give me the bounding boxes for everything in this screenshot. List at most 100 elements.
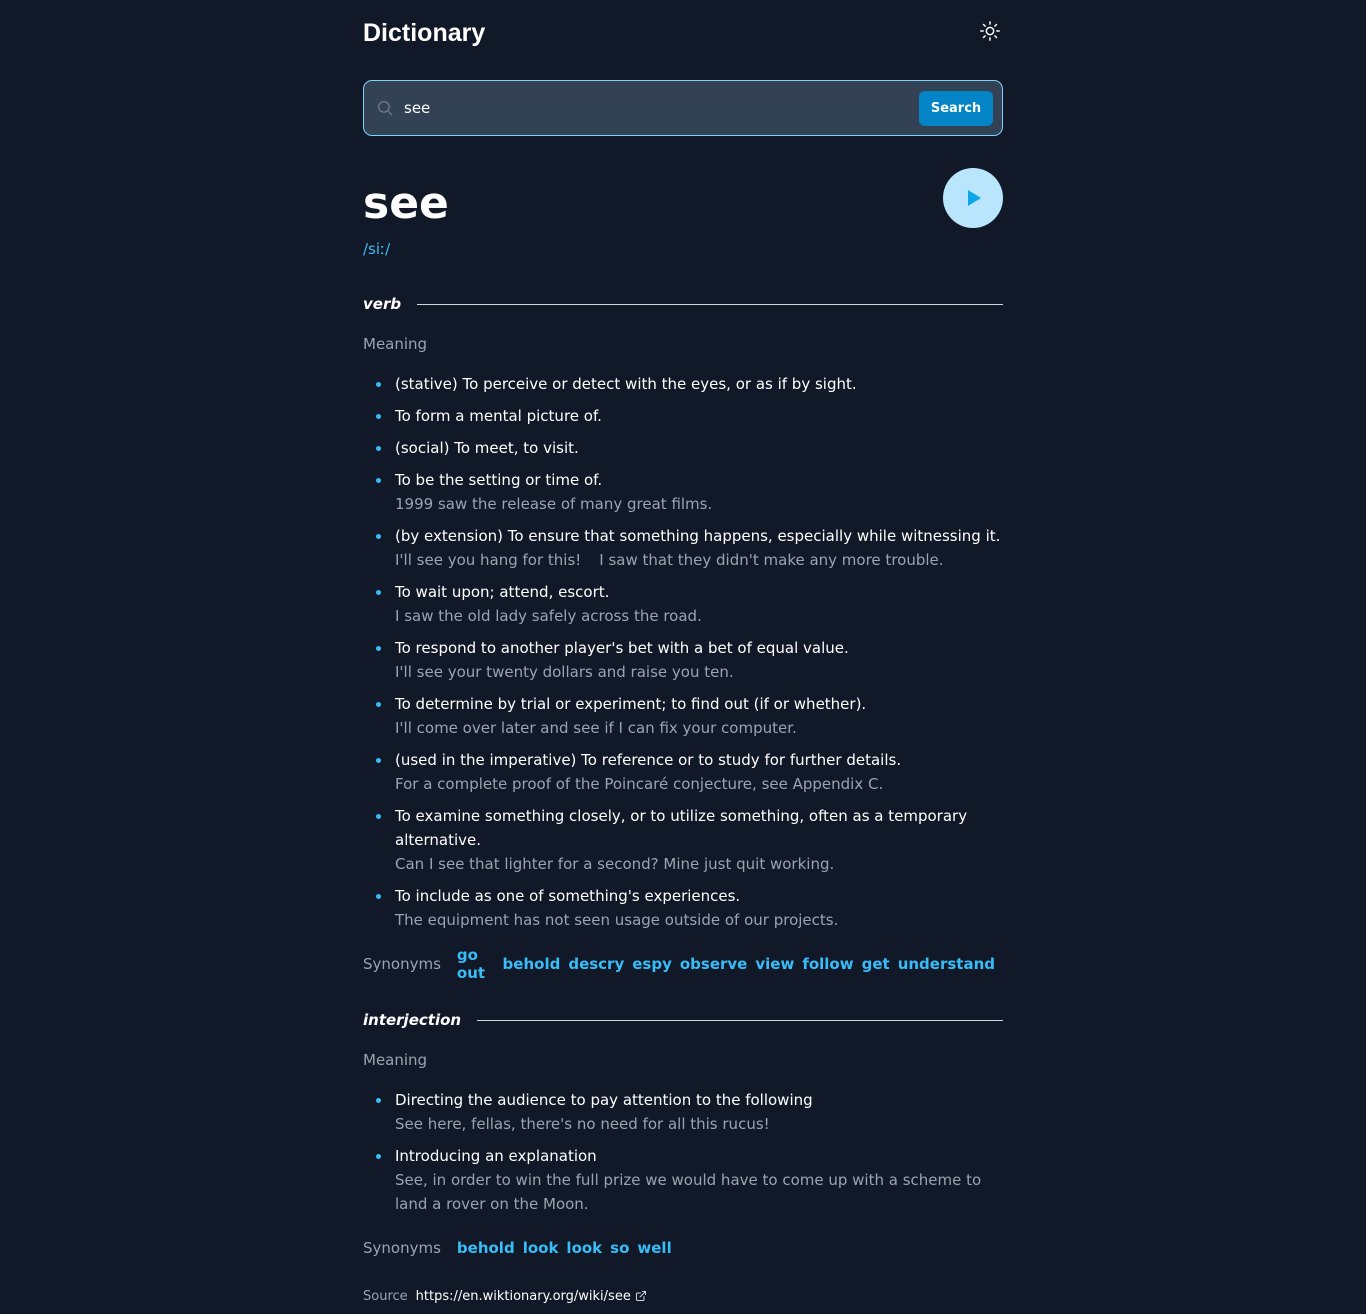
source-label: Source <box>363 1288 408 1304</box>
search-input[interactable] <box>404 99 919 117</box>
sun-icon[interactable] <box>979 20 1001 42</box>
bullet-icon <box>376 590 381 595</box>
synonym-link[interactable]: look <box>566 1239 602 1257</box>
bullet-icon <box>376 478 381 483</box>
synonym-link[interactable]: well <box>637 1239 671 1257</box>
example-text: I saw the old lady safely across the roa… <box>395 607 702 625</box>
example-line: Can I see that lighter for a second? Min… <box>395 852 1003 876</box>
bullet-icon <box>376 446 381 451</box>
meanings: verb Meaning (stative) To perceive or dete… <box>363 292 1003 1260</box>
bullet-icon <box>376 534 381 539</box>
example-text: The equipment has not seen usage outside… <box>395 911 839 929</box>
synonyms-row: Synonyms behold look look so well <box>363 1236 1003 1260</box>
meaning-section-verb: verb Meaning (stative) To perceive or dete… <box>363 292 1003 982</box>
synonyms-row: Synonyms go out behold descry espy observe vie… <box>363 946 1003 982</box>
definition-text: (social) To meet, to visit. <box>395 439 579 457</box>
bullet-icon <box>376 1154 381 1159</box>
definition-text: To form a mental picture of. <box>395 407 602 425</box>
example-text: Can I see that lighter for a second? Min… <box>395 855 835 873</box>
meaning-heading: Meaning <box>363 335 428 353</box>
bullet-icon <box>376 702 381 707</box>
example-line: For a complete proof of the Poincaré con… <box>395 772 1003 796</box>
part-of-speech: interjection <box>363 1011 462 1029</box>
definition-item: Introducing an explanation See, in order … <box>363 1144 1003 1216</box>
synonym-link[interactable]: view <box>755 955 794 973</box>
synonym-link[interactable]: understand <box>898 955 995 973</box>
search-icon <box>376 99 394 117</box>
definition-item: To determine by trial or experiment; to … <box>363 692 1003 740</box>
example-text: See, in order to win the full prize we w… <box>395 1171 982 1213</box>
synonym-link[interactable]: espy <box>632 955 672 973</box>
synonym-link[interactable]: behold <box>503 955 561 973</box>
definition-item: (by extension) To ensure that something … <box>363 524 1003 572</box>
example-line: I saw the old lady safely across the roa… <box>395 604 1003 628</box>
divider <box>477 1019 1003 1021</box>
phonetic: /siː/ <box>363 240 391 258</box>
definition-item: To examine something closely, or to util… <box>363 804 1003 876</box>
bullet-icon <box>376 814 381 819</box>
synonym-link[interactable]: get <box>862 955 890 973</box>
definition-text: (stative) To perceive or detect with the… <box>395 375 857 393</box>
example-line: I'll see your twenty dollars and raise y… <box>395 660 1003 684</box>
app-header: Dictionary <box>363 0 1003 68</box>
example-line: 1999 saw the release of many great films… <box>395 492 1003 516</box>
definition-item: To include as one of something's experie… <box>363 884 1003 932</box>
definition-text: (used in the imperative) To reference or… <box>395 751 902 769</box>
play-icon <box>963 188 983 208</box>
example-line: The equipment has not seen usage outside… <box>395 908 1003 932</box>
divider <box>417 303 1003 305</box>
example-text: I'll come over later and see if I can fi… <box>395 719 797 737</box>
definition-item: (stative) To perceive or detect with the… <box>363 372 1003 396</box>
search-bar: Search <box>363 80 1003 136</box>
definition-item: To respond to another player's bet with … <box>363 636 1003 684</box>
definition-item: To be the setting or time of. 1999 saw th… <box>363 468 1003 516</box>
example-line: I'll come over later and see if I can fi… <box>395 716 1003 740</box>
example-text: 1999 saw the release of many great films… <box>395 495 713 513</box>
definition-text: Introducing an explanation <box>395 1147 597 1165</box>
synonym-link[interactable]: look <box>523 1239 559 1257</box>
definition-text: Directing the audience to pay attention … <box>395 1091 813 1109</box>
bullet-icon <box>376 758 381 763</box>
definition-text: To examine something closely, or to util… <box>395 807 968 849</box>
definition-text: To determine by trial or experiment; to … <box>395 695 867 713</box>
synonym-link[interactable]: behold <box>457 1239 515 1257</box>
word-title: see <box>363 178 449 229</box>
synonym-link[interactable]: observe <box>680 955 748 973</box>
definition-text: To respond to another player's bet with … <box>395 639 849 657</box>
word-header: see /siː/ <box>363 168 1003 260</box>
definition-list: (stative) To perceive or detect with the… <box>363 372 1003 932</box>
source-row: Source https://en.wiktionary.org/wiki/se… <box>363 1286 1003 1306</box>
search-button[interactable]: Search <box>919 90 993 126</box>
synonyms-heading: Synonyms <box>363 1239 441 1257</box>
definition-text: (by extension) To ensure that something … <box>395 527 1001 545</box>
source-link[interactable]: https://en.wiktionary.org/wiki/see <box>416 1289 631 1304</box>
example-line: See, in order to win the full prize we w… <box>395 1168 1003 1216</box>
bullet-icon <box>376 894 381 899</box>
synonym-link[interactable]: so <box>610 1239 629 1257</box>
example-text: For a complete proof of the Poincaré con… <box>395 775 884 793</box>
example-text: I'll see you hang for this! <box>395 551 582 569</box>
part-of-speech-header: verb <box>363 292 1003 316</box>
external-link-icon[interactable] <box>635 1290 647 1302</box>
synonym-link[interactable]: descry <box>568 955 624 973</box>
bullet-icon <box>376 382 381 387</box>
example-line: See here, fellas, there's no need for al… <box>395 1112 1003 1136</box>
app-title: Dictionary <box>363 18 486 47</box>
synonym-link[interactable]: follow <box>802 955 853 973</box>
definition-list: Directing the audience to pay attention … <box>363 1088 1003 1216</box>
definition-text: To include as one of something's experie… <box>395 887 741 905</box>
definition-item: To wait upon; attend, escort. I saw the o… <box>363 580 1003 628</box>
definition-item: (used in the imperative) To reference or… <box>363 748 1003 796</box>
definition-item: To form a mental picture of. <box>363 404 1003 428</box>
definition-text: To be the setting or time of. <box>395 471 603 489</box>
play-audio-button[interactable] <box>943 168 1003 228</box>
example-line: I'll see you hang for this! I saw that th… <box>395 548 1003 572</box>
definition-text: To wait upon; attend, escort. <box>395 583 610 601</box>
example-text: See here, fellas, there's no need for al… <box>395 1115 770 1133</box>
definition-item: (social) To meet, to visit. <box>363 436 1003 460</box>
part-of-speech: verb <box>363 295 402 313</box>
meaning-section-interjection: interjection Meaning Directing the audienc… <box>363 1008 1003 1260</box>
synonym-link[interactable]: go out <box>457 946 495 982</box>
meaning-heading: Meaning <box>363 1051 428 1069</box>
bullet-icon <box>376 646 381 651</box>
